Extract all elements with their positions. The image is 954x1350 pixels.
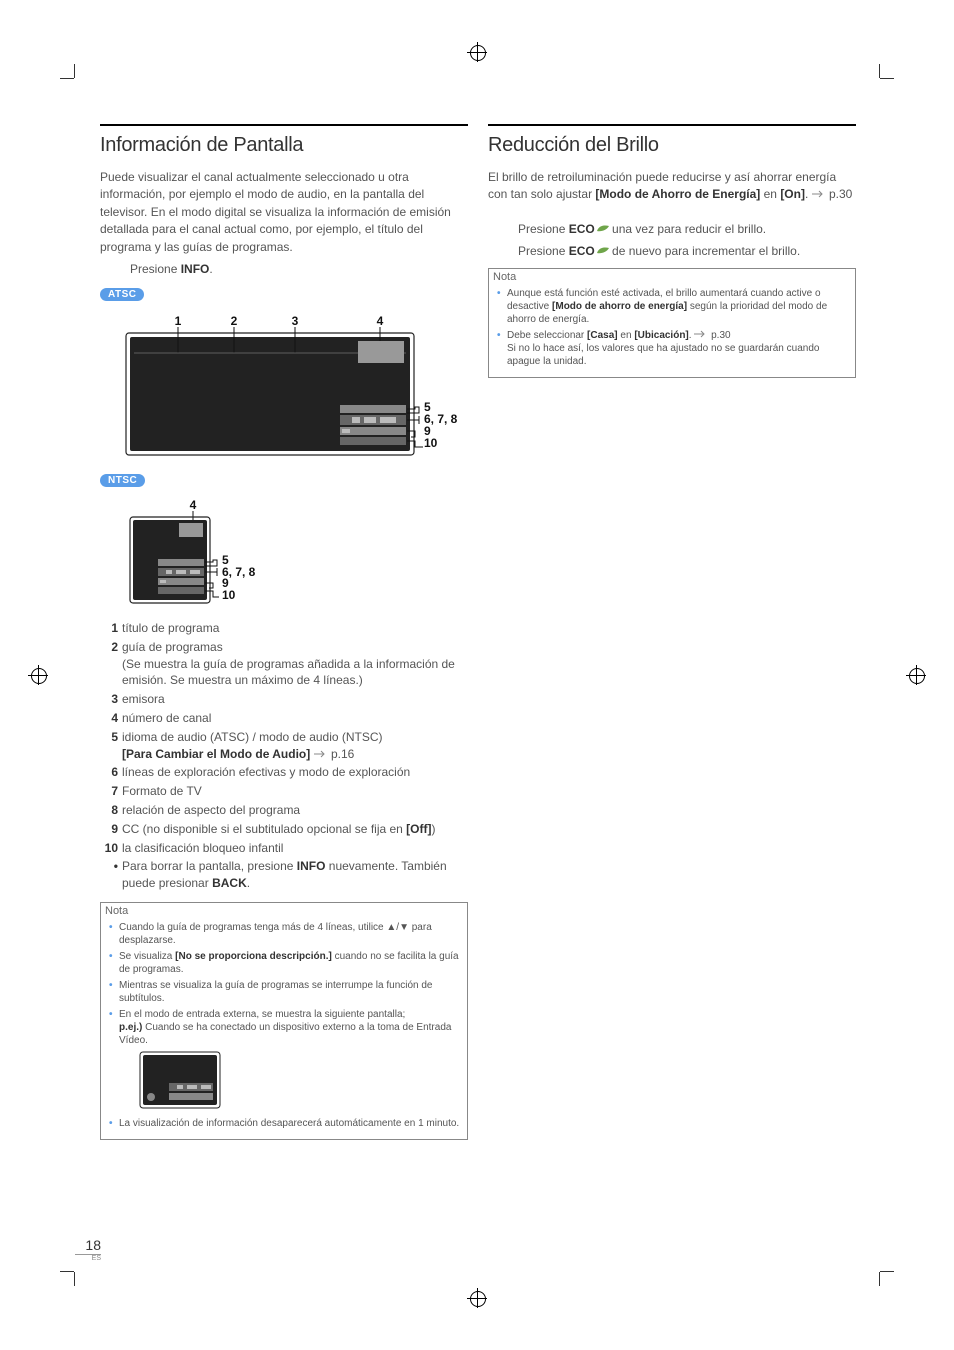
crop-mark-icon <box>60 1271 74 1272</box>
heading-info-pantalla: Información de Pantalla <box>100 124 468 157</box>
intro-right: El brillo de retroiluminación puede redu… <box>488 169 856 204</box>
atsc-diagram: 1 2 3 4 <box>100 313 468 464</box>
crop-mark-icon <box>879 1272 880 1286</box>
nota-item: La visualización de información desapare… <box>119 1117 461 1130</box>
nota-item: En el modo de entrada externa, se muestr… <box>119 1008 461 1113</box>
nota-item: Mientras se visualiza la guía de program… <box>119 979 461 1005</box>
registration-mark-icon <box>467 1288 487 1308</box>
svg-text:2: 2 <box>231 314 238 328</box>
registration-mark-icon <box>28 665 48 685</box>
registration-mark-icon <box>906 665 926 685</box>
page-content: Información de Pantalla Puede visualizar… <box>100 124 856 1140</box>
crop-mark-icon <box>879 64 880 78</box>
nota-box-left: Nota Cuando la guía de programas tenga m… <box>100 902 468 1140</box>
ntsc-diagram: 4 5 6, 7, 8 9 10 <box>100 499 468 614</box>
column-left: Información de Pantalla Puede visualizar… <box>100 124 468 1140</box>
svg-text:3: 3 <box>292 314 299 328</box>
page-lang: ES <box>75 1255 101 1262</box>
nota-header: Nota <box>489 269 855 285</box>
nota-item: Debe seleccionar [Casa] en [Ubicación]. … <box>507 329 849 368</box>
leaf-icon <box>595 223 609 233</box>
link-arrow-icon <box>812 190 826 198</box>
nota-item: Aunque está función esté activada, el br… <box>507 287 849 326</box>
svg-text:10: 10 <box>222 588 236 602</box>
crop-mark-icon <box>880 1271 894 1272</box>
atsc-badge: ATSC <box>100 288 144 301</box>
nota-item: Cuando la guía de programas tenga más de… <box>119 921 461 947</box>
nota-box-right: Nota Aunque está función esté activada, … <box>488 268 856 378</box>
page-number-value: 18 <box>75 1237 101 1255</box>
leaf-icon <box>595 245 609 255</box>
svg-text:1: 1 <box>175 314 182 328</box>
legend-list: 1título de programa 2guía de programas(S… <box>100 620 468 892</box>
crop-mark-icon <box>74 64 75 78</box>
registration-mark-icon <box>467 42 487 62</box>
intro-text: Puede visualizar el canal actualmente se… <box>100 169 468 256</box>
nota-item: Se visualiza [No se proporciona descripc… <box>119 950 461 976</box>
ntsc-badge: NTSC <box>100 474 145 487</box>
crop-mark-icon <box>74 1272 75 1286</box>
link-arrow-icon <box>694 330 708 338</box>
page-number: 18 ES <box>75 1237 101 1262</box>
nota-external-diagram <box>139 1051 461 1113</box>
svg-text:4: 4 <box>377 314 384 328</box>
crop-mark-icon <box>60 78 74 79</box>
nota-header: Nota <box>101 903 467 919</box>
column-right: Reducción del Brillo El brillo de retroi… <box>488 124 856 1140</box>
svg-text:4: 4 <box>190 499 197 512</box>
svg-text:10: 10 <box>424 436 438 450</box>
step-eco-reduce: Presione ECO una vez para reducir el bri… <box>518 222 856 236</box>
step-press-info: Presione INFO. <box>130 262 468 276</box>
step-eco-increase: Presione ECO de nuevo para incrementar e… <box>518 244 856 258</box>
heading-reduccion-brillo: Reducción del Brillo <box>488 124 856 157</box>
link-arrow-icon <box>314 750 328 758</box>
crop-mark-icon <box>880 78 894 79</box>
